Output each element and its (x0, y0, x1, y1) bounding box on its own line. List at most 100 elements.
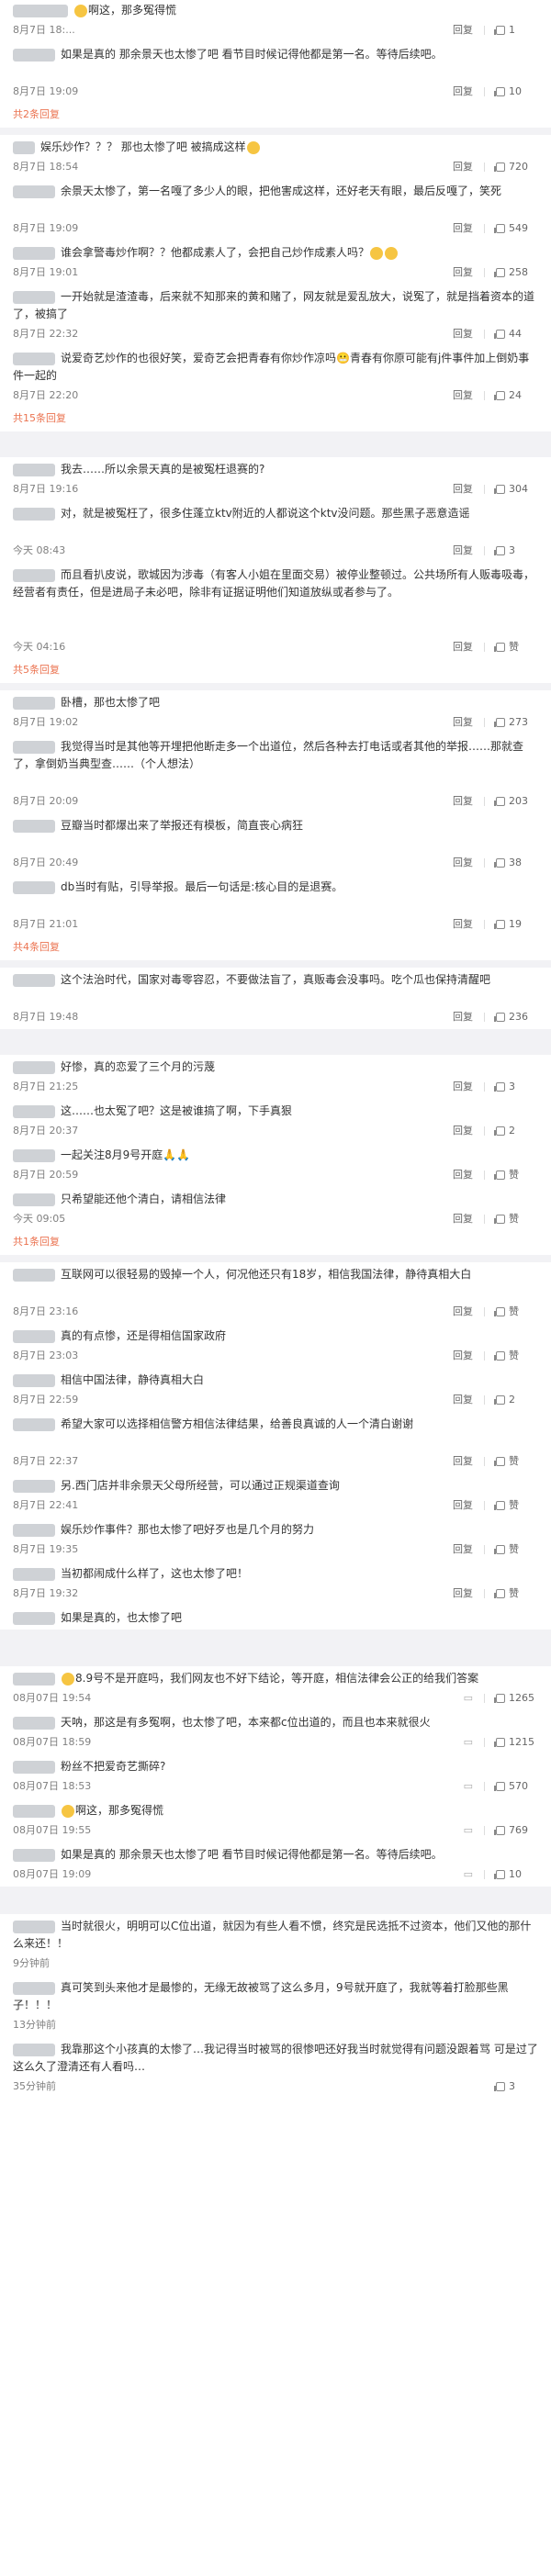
avatar[interactable] (13, 1981, 55, 1995)
avatar[interactable] (13, 1848, 55, 1862)
reply-button[interactable]: 回复 (453, 1348, 473, 1364)
like-button[interactable]: 1 (494, 22, 538, 39)
reply-button[interactable]: 回复 (453, 220, 473, 237)
like-button[interactable]: 10 (494, 1866, 538, 1883)
reply-button[interactable]: 回复 (453, 1392, 473, 1408)
avatar[interactable] (13, 1329, 55, 1343)
avatar[interactable] (13, 1611, 55, 1625)
reply-button[interactable]: 回复 (453, 481, 473, 498)
like-button[interactable]: 3 (494, 543, 538, 559)
more-replies-link[interactable]: 共1条回复 (0, 1231, 551, 1255)
like-button[interactable]: 24 (494, 387, 538, 404)
reply-button[interactable]: 回复 (453, 1585, 473, 1602)
like-button[interactable]: 1215 (494, 1734, 538, 1751)
like-button[interactable]: 赞 (494, 1497, 538, 1514)
reply-button[interactable]: 回复 (453, 543, 473, 559)
reply-button[interactable]: 回复 (453, 22, 473, 39)
avatar[interactable] (13, 185, 55, 198)
reply-button[interactable]: 回复 (453, 1304, 473, 1320)
avatar[interactable] (13, 246, 55, 260)
avatar[interactable] (13, 1523, 55, 1537)
like-button[interactable]: 2 (494, 1392, 538, 1408)
like-button[interactable]: 2 (494, 1123, 538, 1139)
avatar[interactable] (13, 1479, 55, 1493)
like-button[interactable]: 赞 (494, 1304, 538, 1320)
reply-icon[interactable]: ▭ (464, 1734, 473, 1751)
avatar[interactable] (13, 1417, 55, 1431)
reply-button[interactable]: 回复 (453, 1079, 473, 1095)
like-button[interactable]: 549 (494, 220, 538, 237)
avatar[interactable] (13, 140, 35, 154)
like-button[interactable]: 赞 (494, 1167, 538, 1183)
like-button[interactable]: 赞 (494, 1453, 538, 1470)
reply-button[interactable]: 回复 (453, 1497, 473, 1514)
reply-button[interactable]: 回复 (453, 639, 473, 655)
reply-button[interactable]: 回复 (453, 387, 473, 404)
reply-icon[interactable]: ▭ (464, 1778, 473, 1795)
avatar[interactable] (13, 568, 55, 582)
avatar[interactable] (13, 2043, 55, 2056)
avatar[interactable] (13, 1104, 55, 1118)
avatar[interactable] (13, 819, 55, 833)
like-button[interactable]: 769 (494, 1822, 538, 1839)
avatar[interactable] (13, 1373, 55, 1387)
reply-button[interactable]: 回复 (453, 84, 473, 100)
like-button[interactable]: 赞 (494, 1348, 538, 1364)
more-replies-link[interactable]: 共4条回复 (0, 936, 551, 960)
reply-button[interactable]: 回复 (453, 264, 473, 281)
reply-button[interactable]: 回复 (453, 793, 473, 810)
avatar[interactable] (13, 352, 55, 365)
like-button[interactable]: 1265 (494, 1690, 538, 1707)
avatar[interactable] (13, 973, 55, 987)
like-button[interactable]: 赞 (494, 1541, 538, 1558)
avatar[interactable] (13, 1060, 55, 1074)
like-button[interactable]: 38 (494, 855, 538, 871)
avatar[interactable] (13, 1760, 55, 1774)
reply-button[interactable]: 回复 (453, 1211, 473, 1227)
reply-button[interactable]: 回复 (453, 326, 473, 342)
avatar[interactable] (13, 4, 68, 17)
like-button[interactable]: 10 (494, 84, 538, 100)
reply-button[interactable]: 回复 (453, 1541, 473, 1558)
like-button[interactable]: 赞 (494, 1211, 538, 1227)
avatar[interactable] (13, 1193, 55, 1206)
reply-button[interactable]: 回复 (453, 916, 473, 933)
avatar[interactable] (13, 507, 55, 521)
like-button[interactable]: 赞 (494, 639, 538, 655)
avatar[interactable] (13, 290, 55, 304)
avatar[interactable] (13, 880, 55, 894)
like-button[interactable]: 203 (494, 793, 538, 810)
avatar[interactable] (13, 1716, 55, 1730)
avatar[interactable] (13, 1672, 55, 1686)
reply-icon[interactable]: ▭ (464, 1822, 473, 1839)
avatar[interactable] (13, 463, 55, 476)
like-button[interactable]: 3 (494, 1079, 538, 1095)
like-button[interactable]: 19 (494, 916, 538, 933)
avatar[interactable] (13, 48, 55, 62)
reply-button[interactable]: 回复 (453, 1009, 473, 1025)
avatar[interactable] (13, 1148, 55, 1162)
avatar[interactable] (13, 1268, 55, 1282)
reply-button[interactable]: 回复 (453, 855, 473, 871)
avatar[interactable] (13, 1804, 55, 1818)
like-button[interactable]: 273 (494, 714, 538, 731)
more-replies-link[interactable]: 共2条回复 (0, 104, 551, 128)
avatar[interactable] (13, 1920, 55, 1933)
avatar[interactable] (13, 1567, 55, 1581)
like-button[interactable]: 570 (494, 1778, 538, 1795)
reply-icon[interactable]: ▭ (464, 1690, 473, 1707)
reply-button[interactable]: 回复 (453, 1123, 473, 1139)
more-replies-link[interactable]: 共15条回复 (0, 408, 551, 431)
like-button[interactable]: 720 (494, 159, 538, 175)
like-button[interactable]: 赞 (494, 1585, 538, 1602)
more-replies-link[interactable]: 共5条回复 (0, 659, 551, 683)
like-button[interactable]: 3 (494, 2078, 538, 2095)
reply-button[interactable]: 回复 (453, 714, 473, 731)
like-button[interactable]: 236 (494, 1009, 538, 1025)
reply-icon[interactable]: ▭ (464, 1866, 473, 1883)
reply-button[interactable]: 回复 (453, 1167, 473, 1183)
avatar[interactable] (13, 696, 55, 710)
avatar[interactable] (13, 740, 55, 754)
like-button[interactable]: 304 (494, 481, 538, 498)
like-button[interactable]: 258 (494, 264, 538, 281)
